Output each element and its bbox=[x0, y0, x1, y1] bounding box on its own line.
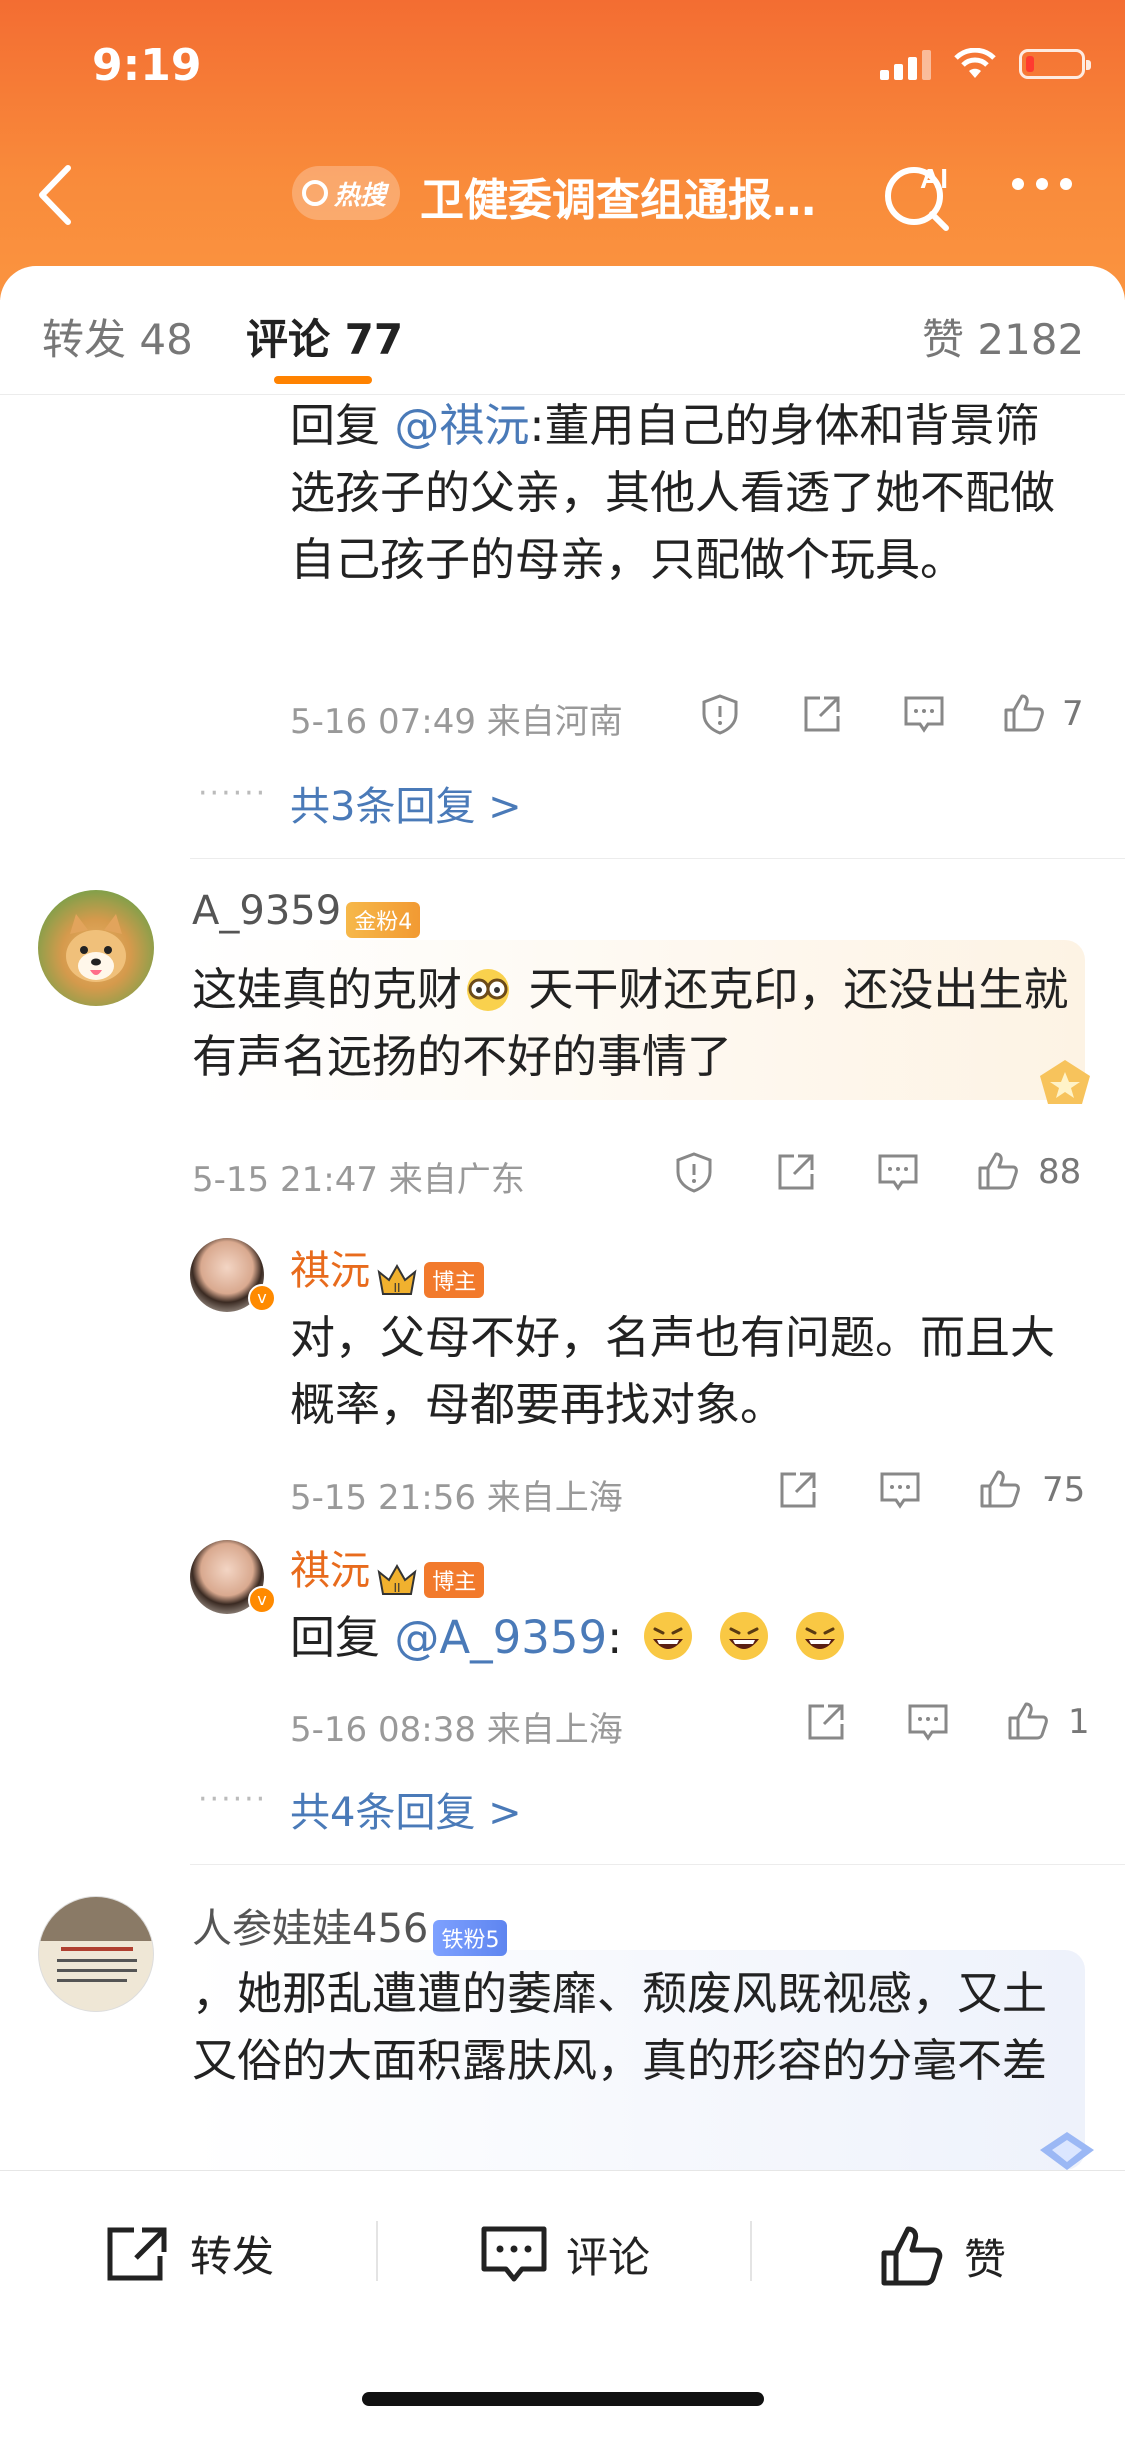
username[interactable]: 祺沅 bbox=[290, 1248, 370, 1294]
separator bbox=[750, 2221, 752, 2281]
reply-meta: 5-16 08:38 来自上海 bbox=[290, 1710, 623, 1750]
comment-icon[interactable] bbox=[902, 692, 946, 736]
mention-link[interactable]: @祺沅 bbox=[394, 399, 529, 452]
ai-search-icon[interactable]: AI bbox=[882, 158, 956, 232]
like-icon[interactable] bbox=[978, 1466, 1022, 1510]
comment-icon bbox=[481, 2226, 547, 2282]
crown-icon: II bbox=[375, 1562, 419, 1598]
wifi-icon bbox=[954, 48, 996, 78]
comment-icon[interactable] bbox=[876, 1150, 920, 1194]
status-icons bbox=[880, 48, 1091, 80]
verified-icon: v bbox=[248, 1284, 276, 1312]
forward-label: 转发 bbox=[190, 2232, 275, 2281]
avatar[interactable] bbox=[38, 890, 154, 1006]
reply-meta: 5-16 07:49 来自河南 bbox=[290, 702, 623, 742]
username[interactable]: 人参娃娃456 bbox=[192, 1906, 428, 1952]
dots-divider: ······ bbox=[198, 1782, 268, 1817]
tab-comments[interactable]: 评论 77 bbox=[246, 306, 403, 367]
like-button[interactable]: 赞 bbox=[878, 2223, 1006, 2289]
reply-header: 祺沅 II 博主 bbox=[290, 1238, 485, 1298]
comment-meta: 5-15 21:47 来自广东 bbox=[192, 1160, 525, 1200]
reply-meta: 5-15 21:56 来自上海 bbox=[290, 1478, 623, 1518]
comment-icon[interactable] bbox=[906, 1700, 950, 1744]
dots-divider: ······ bbox=[198, 776, 268, 811]
status-time: 9:19 bbox=[92, 40, 202, 91]
forward-button[interactable]: 转发 bbox=[104, 2223, 274, 2284]
like-label: 赞 bbox=[964, 2234, 1007, 2284]
diamond-medal-icon bbox=[1040, 2132, 1094, 2170]
divider bbox=[190, 858, 1125, 859]
divider bbox=[190, 1864, 1125, 1865]
report-icon[interactable] bbox=[698, 692, 742, 736]
hot-search-badge[interactable]: 热搜 bbox=[292, 166, 400, 220]
reply-text: 回复 @祺沅:董用自己的身体和背景筛选孩子的父亲，其他人看透了她不配做自己孩子的… bbox=[290, 399, 1056, 586]
laughing-emoji-icon bbox=[717, 1609, 771, 1663]
hot-label: 热搜 bbox=[334, 180, 387, 211]
share-icon bbox=[107, 2227, 167, 2280]
svg-text:II: II bbox=[394, 1281, 401, 1295]
tab-likes[interactable]: 赞 2182 bbox=[922, 306, 1084, 367]
username[interactable]: 祺沅 bbox=[290, 1548, 370, 1594]
mention-link[interactable]: @A_9359 bbox=[394, 1611, 607, 1664]
comment-button[interactable]: 评论 bbox=[480, 2223, 650, 2285]
like-count: 88 bbox=[1038, 1152, 1082, 1192]
ai-label: AI bbox=[920, 163, 948, 194]
comment-header: A_9359 金粉4 bbox=[192, 888, 421, 938]
separator bbox=[376, 2221, 378, 2281]
comment-icon[interactable] bbox=[878, 1468, 922, 1512]
search-icon bbox=[302, 180, 328, 206]
reply-text: 对，父母不好，名声也有问题。而且大概率，母都要再找对象。 bbox=[290, 1311, 1056, 1431]
like-icon[interactable] bbox=[1002, 690, 1046, 734]
reply-text: 回复 @A_9359: bbox=[290, 1604, 1090, 1671]
laughing-emoji-icon bbox=[793, 1609, 847, 1663]
fan-badge: 金粉4 bbox=[346, 901, 421, 938]
username[interactable]: A_9359 bbox=[192, 888, 341, 934]
like-icon[interactable] bbox=[976, 1148, 1020, 1192]
more-replies-link[interactable]: 共4条回复 > bbox=[290, 1780, 522, 1838]
tab-forward[interactable]: 转发 48 bbox=[42, 306, 193, 367]
star-medal-icon bbox=[1040, 1060, 1090, 1104]
svg-text:II: II bbox=[394, 1581, 401, 1595]
report-icon[interactable] bbox=[672, 1150, 716, 1194]
comment-text: ，她那乱遭遭的萎靡、颓废风既视感，又土又俗的大面积露肤风，真的形容的分毫不差 bbox=[192, 1967, 1048, 2087]
tab-active-indicator bbox=[274, 376, 372, 384]
share-icon[interactable] bbox=[776, 1468, 820, 1512]
laughing-emoji-icon bbox=[641, 1609, 695, 1663]
comment-label: 评论 bbox=[566, 2232, 651, 2282]
share-icon[interactable] bbox=[774, 1150, 818, 1194]
more-replies-link[interactable]: 共3条回复 > bbox=[290, 774, 522, 832]
avatar[interactable] bbox=[38, 1896, 154, 2012]
blogger-badge: 博主 bbox=[424, 1561, 485, 1598]
like-icon[interactable] bbox=[1006, 1698, 1050, 1742]
battery-icon bbox=[1019, 49, 1091, 79]
back-icon[interactable] bbox=[30, 160, 80, 230]
share-icon[interactable] bbox=[804, 1700, 848, 1744]
like-count: 75 bbox=[1042, 1470, 1086, 1510]
shiba-dog-icon bbox=[66, 914, 126, 982]
like-count: 7 bbox=[1062, 694, 1084, 734]
page-title[interactable]: 卫健委调查组通报… bbox=[420, 164, 816, 228]
calligraphy-image-icon bbox=[39, 1897, 153, 1982]
comment-text: 这娃真的克财 天干财还克印，还没出生就有声名远扬的不好的事情了 bbox=[192, 963, 1069, 1083]
reply-header: 祺沅 II 博主 bbox=[290, 1538, 485, 1598]
home-indicator bbox=[362, 2392, 764, 2406]
crown-icon: II bbox=[375, 1262, 419, 1298]
share-icon[interactable] bbox=[800, 692, 844, 736]
like-icon bbox=[881, 2226, 943, 2286]
emoji-icon bbox=[462, 964, 514, 1011]
more-options-icon[interactable] bbox=[1012, 178, 1072, 190]
tab-bar: 转发 48 评论 77 赞 2182 bbox=[0, 266, 1125, 395]
signal-icon bbox=[880, 48, 931, 80]
fan-badge: 铁粉5 bbox=[433, 1919, 508, 1956]
verified-icon: v bbox=[248, 1586, 276, 1614]
comment-header: 人参娃娃456 铁粉5 bbox=[192, 1896, 508, 1956]
like-count: 1 bbox=[1068, 1702, 1090, 1742]
blogger-badge: 博主 bbox=[424, 1261, 485, 1298]
